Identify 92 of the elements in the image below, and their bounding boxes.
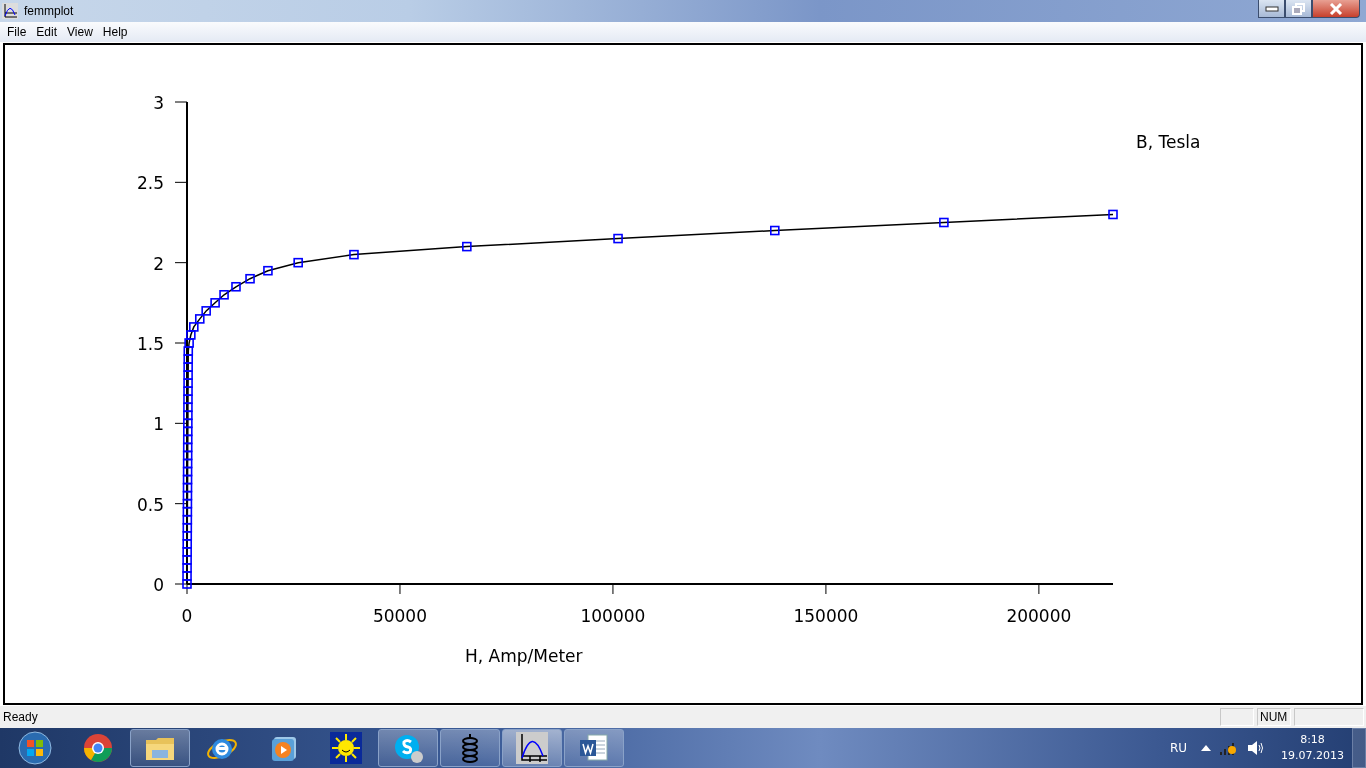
data-point-marker <box>183 370 193 380</box>
data-point-marker <box>263 265 273 276</box>
data-point-marker <box>183 394 193 405</box>
data-point-marker <box>183 386 193 396</box>
data-point-marker <box>182 522 193 533</box>
axis-tick-label: 0 <box>181 606 193 626</box>
language-indicator[interactable]: RU <box>1169 741 1187 755</box>
data-point-marker <box>182 458 193 469</box>
data-point-marker <box>184 338 194 348</box>
status-text: Ready <box>3 710 38 724</box>
axis-tick-label: 1.5 <box>136 334 164 354</box>
clock[interactable]: 8:18 19.07.2013 <box>1273 732 1352 764</box>
restore-button[interactable] <box>1285 0 1312 18</box>
show-hidden-icon[interactable] <box>1201 745 1211 751</box>
data-point-marker <box>613 233 623 244</box>
document-w-icon <box>578 732 610 764</box>
taskbar-button[interactable] <box>440 729 500 767</box>
axis-tick-label: 3 <box>153 93 164 113</box>
taskbar-button[interactable] <box>502 729 562 767</box>
data-point-marker <box>182 514 193 525</box>
plot-app-icon[interactable] <box>2 3 18 19</box>
taskbar-button[interactable] <box>130 729 190 767</box>
data-point-marker <box>231 281 241 292</box>
data-point-marker <box>293 257 303 268</box>
data-point-marker <box>182 579 192 589</box>
data-point-marker <box>183 402 193 413</box>
status-panel <box>1294 708 1364 726</box>
axis-tick-label: 150000 <box>793 606 859 626</box>
data-point-marker <box>182 474 193 485</box>
data-point-marker <box>183 426 193 437</box>
data-point-marker <box>182 539 192 549</box>
menu-item[interactable]: Edit <box>31 25 63 39</box>
axis-tick-label: 50000 <box>372 606 427 626</box>
axis-tick-label: 0.5 <box>136 494 164 515</box>
data-point-marker <box>182 563 192 573</box>
data-point-marker <box>183 346 194 356</box>
axis-tick-label: 1 <box>153 414 164 435</box>
axis-tick-label: 0 <box>153 575 164 595</box>
letter-s-icon <box>392 732 424 764</box>
data-point-marker <box>182 498 193 509</box>
axis-tick-label: 200000 <box>1006 606 1072 626</box>
data-point-marker <box>183 418 193 429</box>
menu-item[interactable]: View <box>62 25 98 39</box>
minimize-button[interactable] <box>1258 0 1285 18</box>
data-point-marker <box>210 298 220 308</box>
speaker-icon[interactable] <box>1247 740 1265 756</box>
data-point-marker <box>183 362 193 372</box>
data-point-marker <box>182 547 192 557</box>
restore-icon <box>1291 2 1306 15</box>
axis-tick-label: 100000 <box>580 606 646 626</box>
data-point-marker <box>182 555 192 565</box>
close-button[interactable] <box>1312 0 1360 18</box>
data-point-marker <box>1108 209 1118 220</box>
data-point-marker <box>939 217 949 228</box>
minimize-icon <box>1264 5 1279 12</box>
taskbar-button[interactable] <box>564 729 624 767</box>
data-point-marker <box>186 330 196 340</box>
signal-bars-icon[interactable] <box>1219 740 1239 756</box>
data-point-marker <box>182 571 192 581</box>
axis-tick-label: 2.5 <box>136 173 164 194</box>
x-axis-label: H, Amp/Meter <box>465 646 583 666</box>
close-icon <box>1329 2 1343 15</box>
data-point-marker <box>189 322 199 332</box>
data-point-marker <box>182 466 193 477</box>
data-point-marker <box>182 490 193 501</box>
sun-face-icon <box>330 732 362 764</box>
data-point-marker <box>219 290 229 300</box>
status-panel <box>1220 708 1254 726</box>
window-title: femmplot <box>24 4 74 18</box>
browser-icon <box>82 732 114 764</box>
data-point-marker <box>182 531 193 541</box>
data-point-marker <box>182 482 193 493</box>
data-point-marker <box>182 442 193 453</box>
data-point-marker <box>183 410 193 421</box>
menu-item[interactable]: Help <box>97 25 133 39</box>
y-axis-label: B, Tesla <box>1136 132 1201 152</box>
status-indicator: NUM <box>1257 708 1291 726</box>
taskbar-button[interactable] <box>378 729 438 767</box>
data-point-marker <box>182 450 193 461</box>
data-point-marker <box>201 306 211 316</box>
data-point-marker <box>182 506 193 517</box>
data-point-marker <box>245 273 255 284</box>
axis-tick-label: 2 <box>153 253 164 274</box>
data-point-marker <box>770 225 780 236</box>
data-point-marker <box>182 434 193 445</box>
plot-icon <box>516 732 548 764</box>
data-point-marker <box>462 241 472 252</box>
data-point-marker <box>183 378 193 388</box>
data-point-marker <box>195 314 205 324</box>
data-point-marker <box>349 249 359 260</box>
data-point-marker <box>183 354 193 364</box>
menu-item[interactable]: File <box>2 25 32 39</box>
